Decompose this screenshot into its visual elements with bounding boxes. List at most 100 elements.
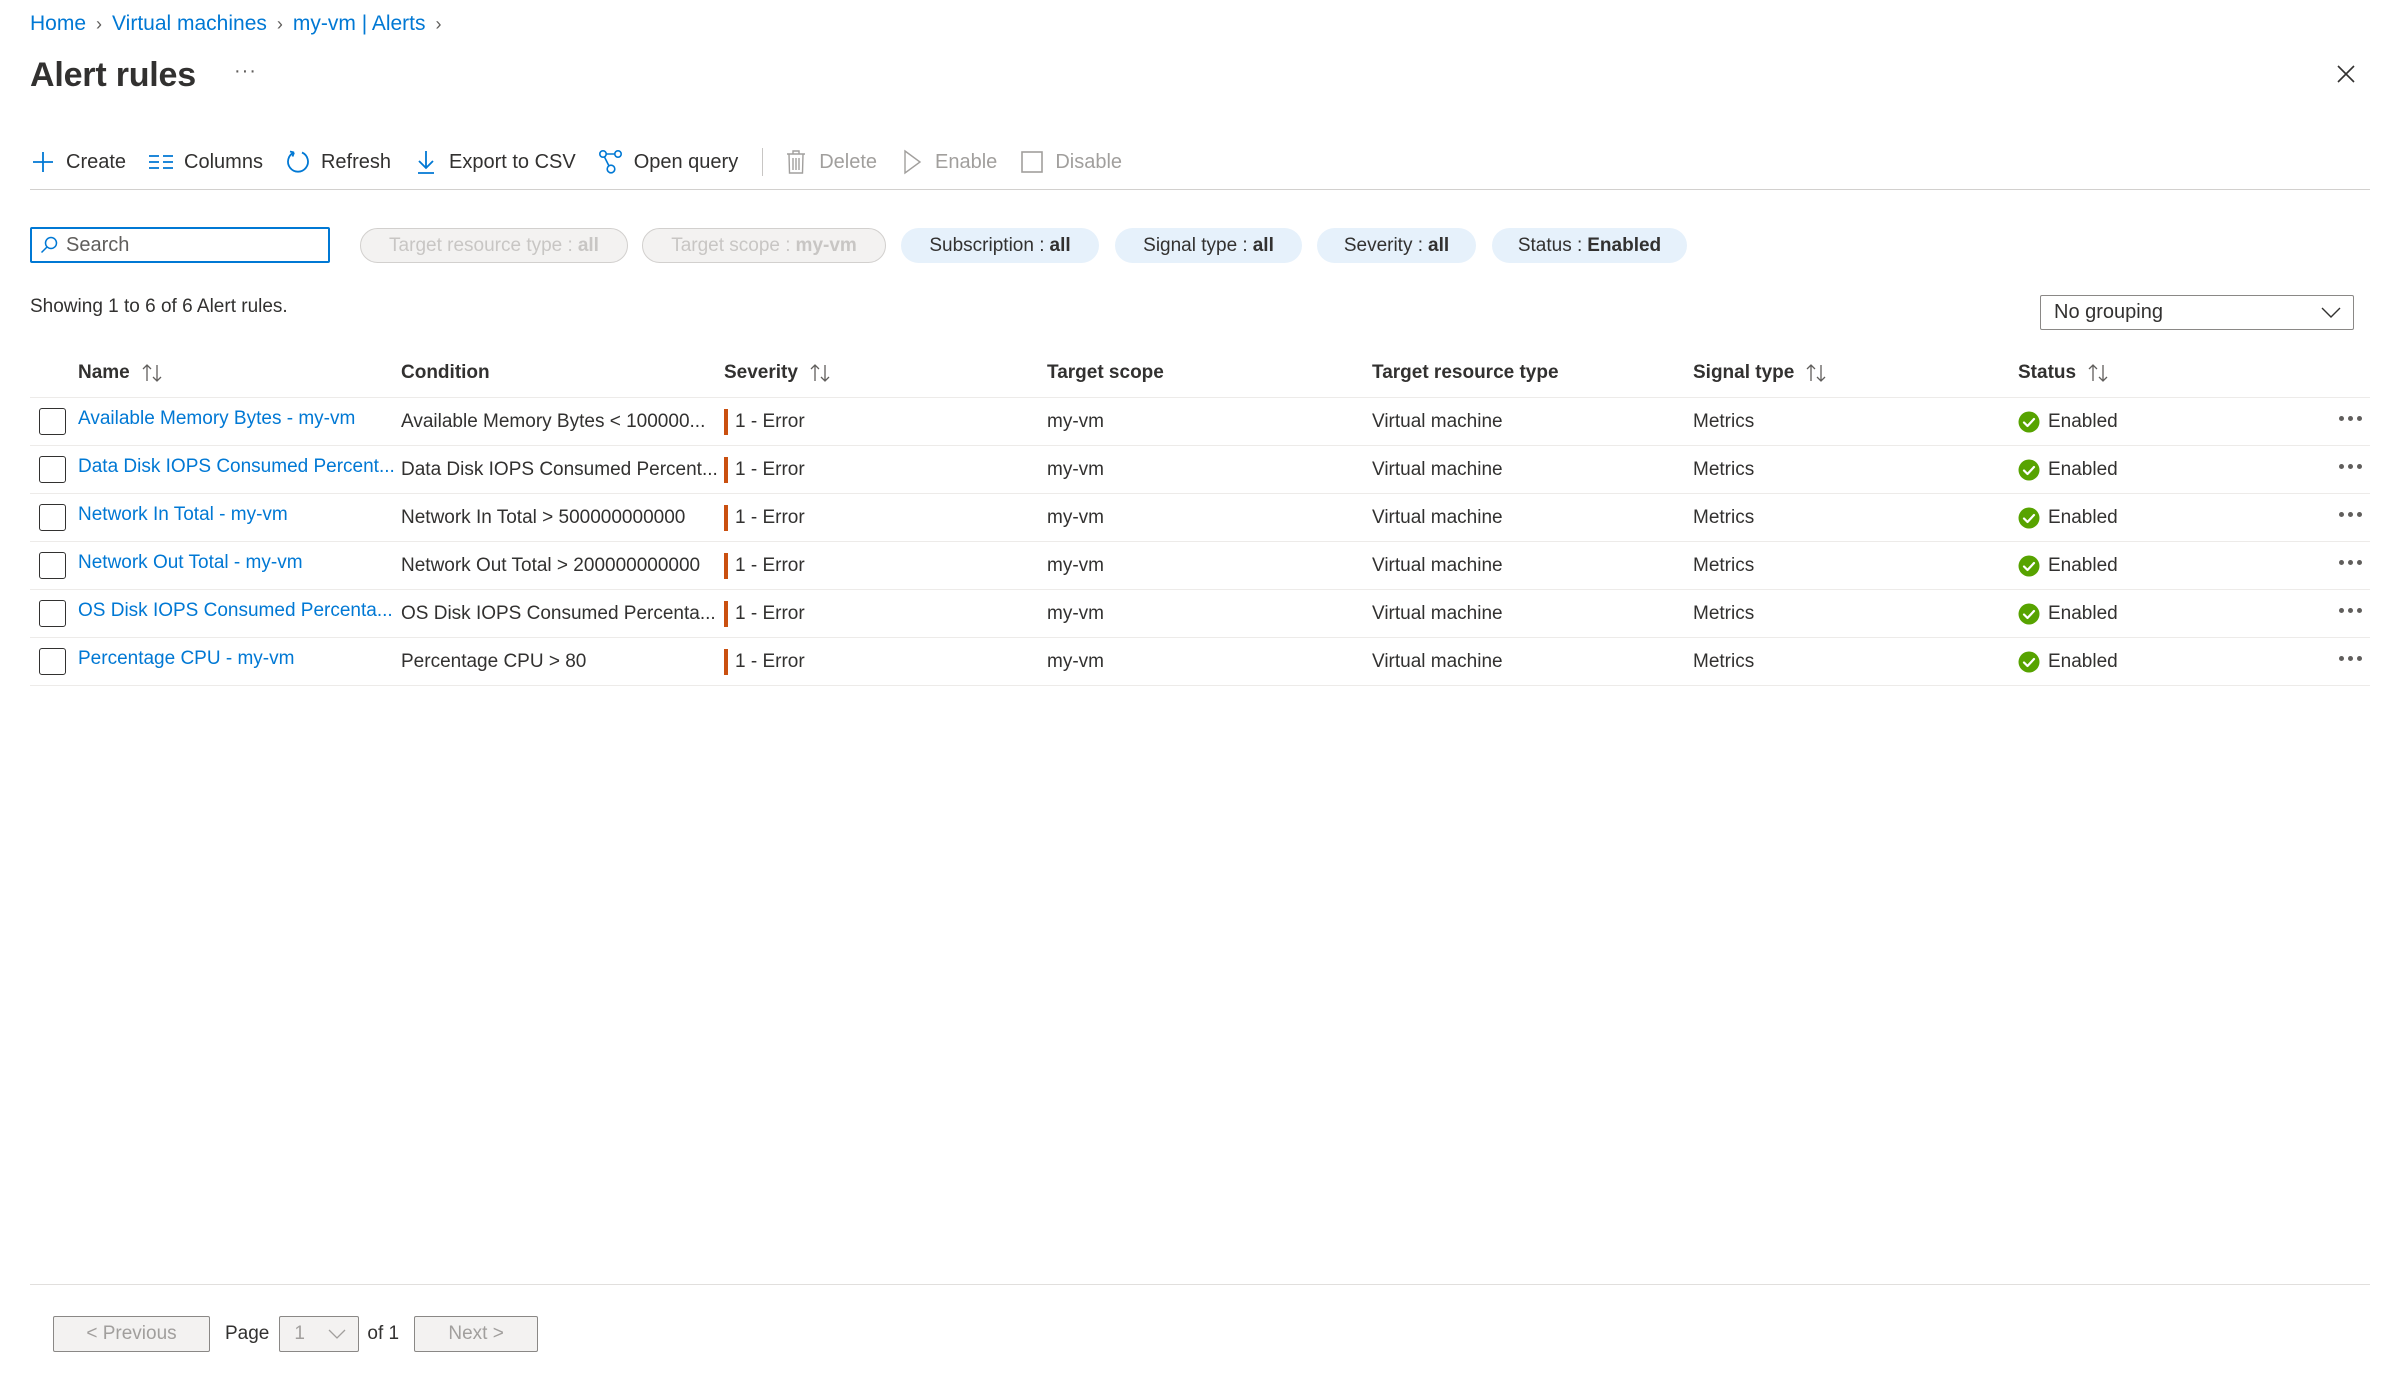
name-cell: Network In Total - my-vm (78, 494, 288, 542)
row-checkbox[interactable] (39, 408, 66, 435)
dot (2356, 607, 2362, 613)
name-cell: OS Disk IOPS Consumed Percenta... (78, 590, 393, 638)
severity-label: 1 - Error (735, 411, 805, 432)
filter-target-resource-type[interactable]: Target resource type : all (360, 228, 628, 263)
page-select[interactable]: 1 (279, 1316, 360, 1352)
breadcrumb-virtual-machines[interactable]: Virtual machines (112, 12, 267, 36)
status-cell: Enabled (2018, 542, 2118, 590)
alert-rule-link[interactable]: Available Memory Bytes - my-vm (78, 408, 355, 430)
row-checkbox[interactable] (39, 600, 66, 627)
column-label: Severity (724, 362, 798, 383)
row-checkbox[interactable] (39, 648, 66, 675)
row-checkbox[interactable] (39, 456, 66, 483)
signal-type-cell: Metrics (1693, 459, 1755, 480)
column-header-signal-type[interactable]: Signal type (1693, 362, 1828, 384)
disable-button[interactable]: Disable (1019, 149, 1122, 175)
filter-label: Subscription : (929, 234, 1045, 256)
columns-button[interactable]: Columns (148, 149, 263, 175)
more-options-button[interactable]: ··· (234, 60, 257, 83)
column-label: Target resource type (1372, 362, 1559, 383)
row-more-actions-button[interactable] (2330, 638, 2370, 686)
table-row[interactable]: Percentage CPU - my-vm Percentage CPU > 8… (30, 638, 2370, 686)
check-circle-icon (2018, 555, 2040, 577)
row-more-actions-button[interactable] (2330, 446, 2370, 494)
column-header-name[interactable]: Name (78, 362, 164, 384)
severity-indicator (724, 649, 728, 675)
condition-cell: OS Disk IOPS Consumed Percenta... (401, 603, 716, 624)
status-cell: Enabled (2018, 446, 2118, 494)
severity-cell: 1 - Error (724, 638, 805, 686)
signal-type-cell: Metrics (1693, 651, 1755, 672)
row-more-actions-button[interactable] (2330, 590, 2370, 638)
enable-button[interactable]: Enable (899, 149, 997, 175)
target-resource-type-cell: Virtual machine (1372, 411, 1503, 432)
alert-rule-link[interactable]: Network Out Total - my-vm (78, 552, 303, 574)
close-button[interactable] (2328, 56, 2364, 92)
enable-label: Enable (935, 150, 998, 173)
toolbar-divider-line (30, 189, 2370, 190)
create-button[interactable]: Create (30, 149, 126, 175)
dot (2356, 511, 2362, 517)
signal-type-cell: Metrics (1693, 603, 1755, 624)
filter-label: Target scope : (671, 234, 791, 256)
column-header-severity[interactable]: Severity (724, 362, 832, 384)
row-checkbox[interactable] (39, 504, 66, 531)
dot (2347, 463, 2353, 469)
row-more-actions-button[interactable] (2330, 494, 2370, 542)
filter-value: all (1428, 234, 1450, 256)
close-icon (2337, 65, 2355, 83)
row-checkbox[interactable] (39, 552, 66, 579)
alert-rule-link[interactable]: Network In Total - my-vm (78, 504, 288, 526)
table-row[interactable]: Available Memory Bytes - my-vm Available … (30, 398, 2370, 446)
column-label: Status (2018, 362, 2077, 383)
check-circle-icon (2018, 603, 2040, 625)
column-header-status[interactable]: Status (2018, 362, 2110, 384)
alert-rule-link[interactable]: OS Disk IOPS Consumed Percenta... (78, 600, 393, 622)
status-label: Enabled (2048, 411, 2118, 432)
grouping-selected: No grouping (2054, 301, 2163, 323)
alert-rules-page: Home › Virtual machines › my-vm | Alerts… (0, 0, 2400, 1381)
previous-page-button[interactable]: < Previous (53, 1316, 210, 1352)
dot (2356, 415, 2362, 421)
filter-target-scope[interactable]: Target scope : my-vm (642, 228, 886, 263)
search-input[interactable] (66, 233, 306, 257)
filter-signal-type[interactable]: Signal type : all (1115, 228, 1302, 263)
refresh-button[interactable]: Refresh (285, 149, 391, 175)
status-cell: Enabled (2018, 494, 2118, 542)
dot (2347, 655, 2353, 661)
breadcrumb-home[interactable]: Home (30, 12, 86, 36)
table-row[interactable]: Network In Total - my-vm Network In Total… (30, 494, 2370, 542)
target-resource-type-cell: Virtual machine (1372, 459, 1503, 480)
signal-type-cell: Metrics (1693, 507, 1755, 528)
column-label: Signal type (1693, 362, 1795, 383)
row-more-actions-button[interactable] (2330, 398, 2370, 446)
name-cell: Available Memory Bytes - my-vm (78, 398, 355, 446)
export-csv-button[interactable]: Export to CSV (413, 149, 576, 175)
filter-status[interactable]: Status : Enabled (1492, 228, 1687, 263)
dot (2356, 463, 2362, 469)
severity-label: 1 - Error (735, 507, 805, 528)
filter-severity[interactable]: Severity : all (1317, 228, 1476, 263)
name-cell: Percentage CPU - my-vm (78, 638, 294, 686)
status-label: Enabled (2048, 555, 2118, 576)
status-cell: Enabled (2018, 590, 2118, 638)
alert-rule-link[interactable]: Percentage CPU - my-vm (78, 648, 294, 670)
grouping-dropdown[interactable]: No grouping (2040, 295, 2354, 330)
next-page-button[interactable]: Next > (414, 1316, 539, 1352)
check-circle-icon (2018, 507, 2040, 529)
alert-rule-link[interactable]: Data Disk IOPS Consumed Percent... (78, 456, 395, 478)
name-cell: Network Out Total - my-vm (78, 542, 303, 590)
delete-button[interactable]: Delete (783, 149, 877, 175)
severity-label: 1 - Error (735, 459, 805, 480)
search-field[interactable] (30, 227, 330, 263)
row-more-actions-button[interactable] (2330, 542, 2370, 590)
filter-subscription[interactable]: Subscription : all (901, 228, 1099, 263)
table-row[interactable]: Network Out Total - my-vm Network Out Tot… (30, 542, 2370, 590)
column-label: Target scope (1047, 362, 1164, 383)
dot (2347, 607, 2353, 613)
breadcrumb-my-vm-alerts[interactable]: my-vm | Alerts (293, 12, 426, 36)
table-row[interactable]: Data Disk IOPS Consumed Percent... Data D… (30, 446, 2370, 494)
open-query-button[interactable]: Open query (598, 149, 738, 175)
table-row[interactable]: OS Disk IOPS Consumed Percenta... OS Disk… (30, 590, 2370, 638)
target-resource-type-cell: Virtual machine (1372, 651, 1503, 672)
